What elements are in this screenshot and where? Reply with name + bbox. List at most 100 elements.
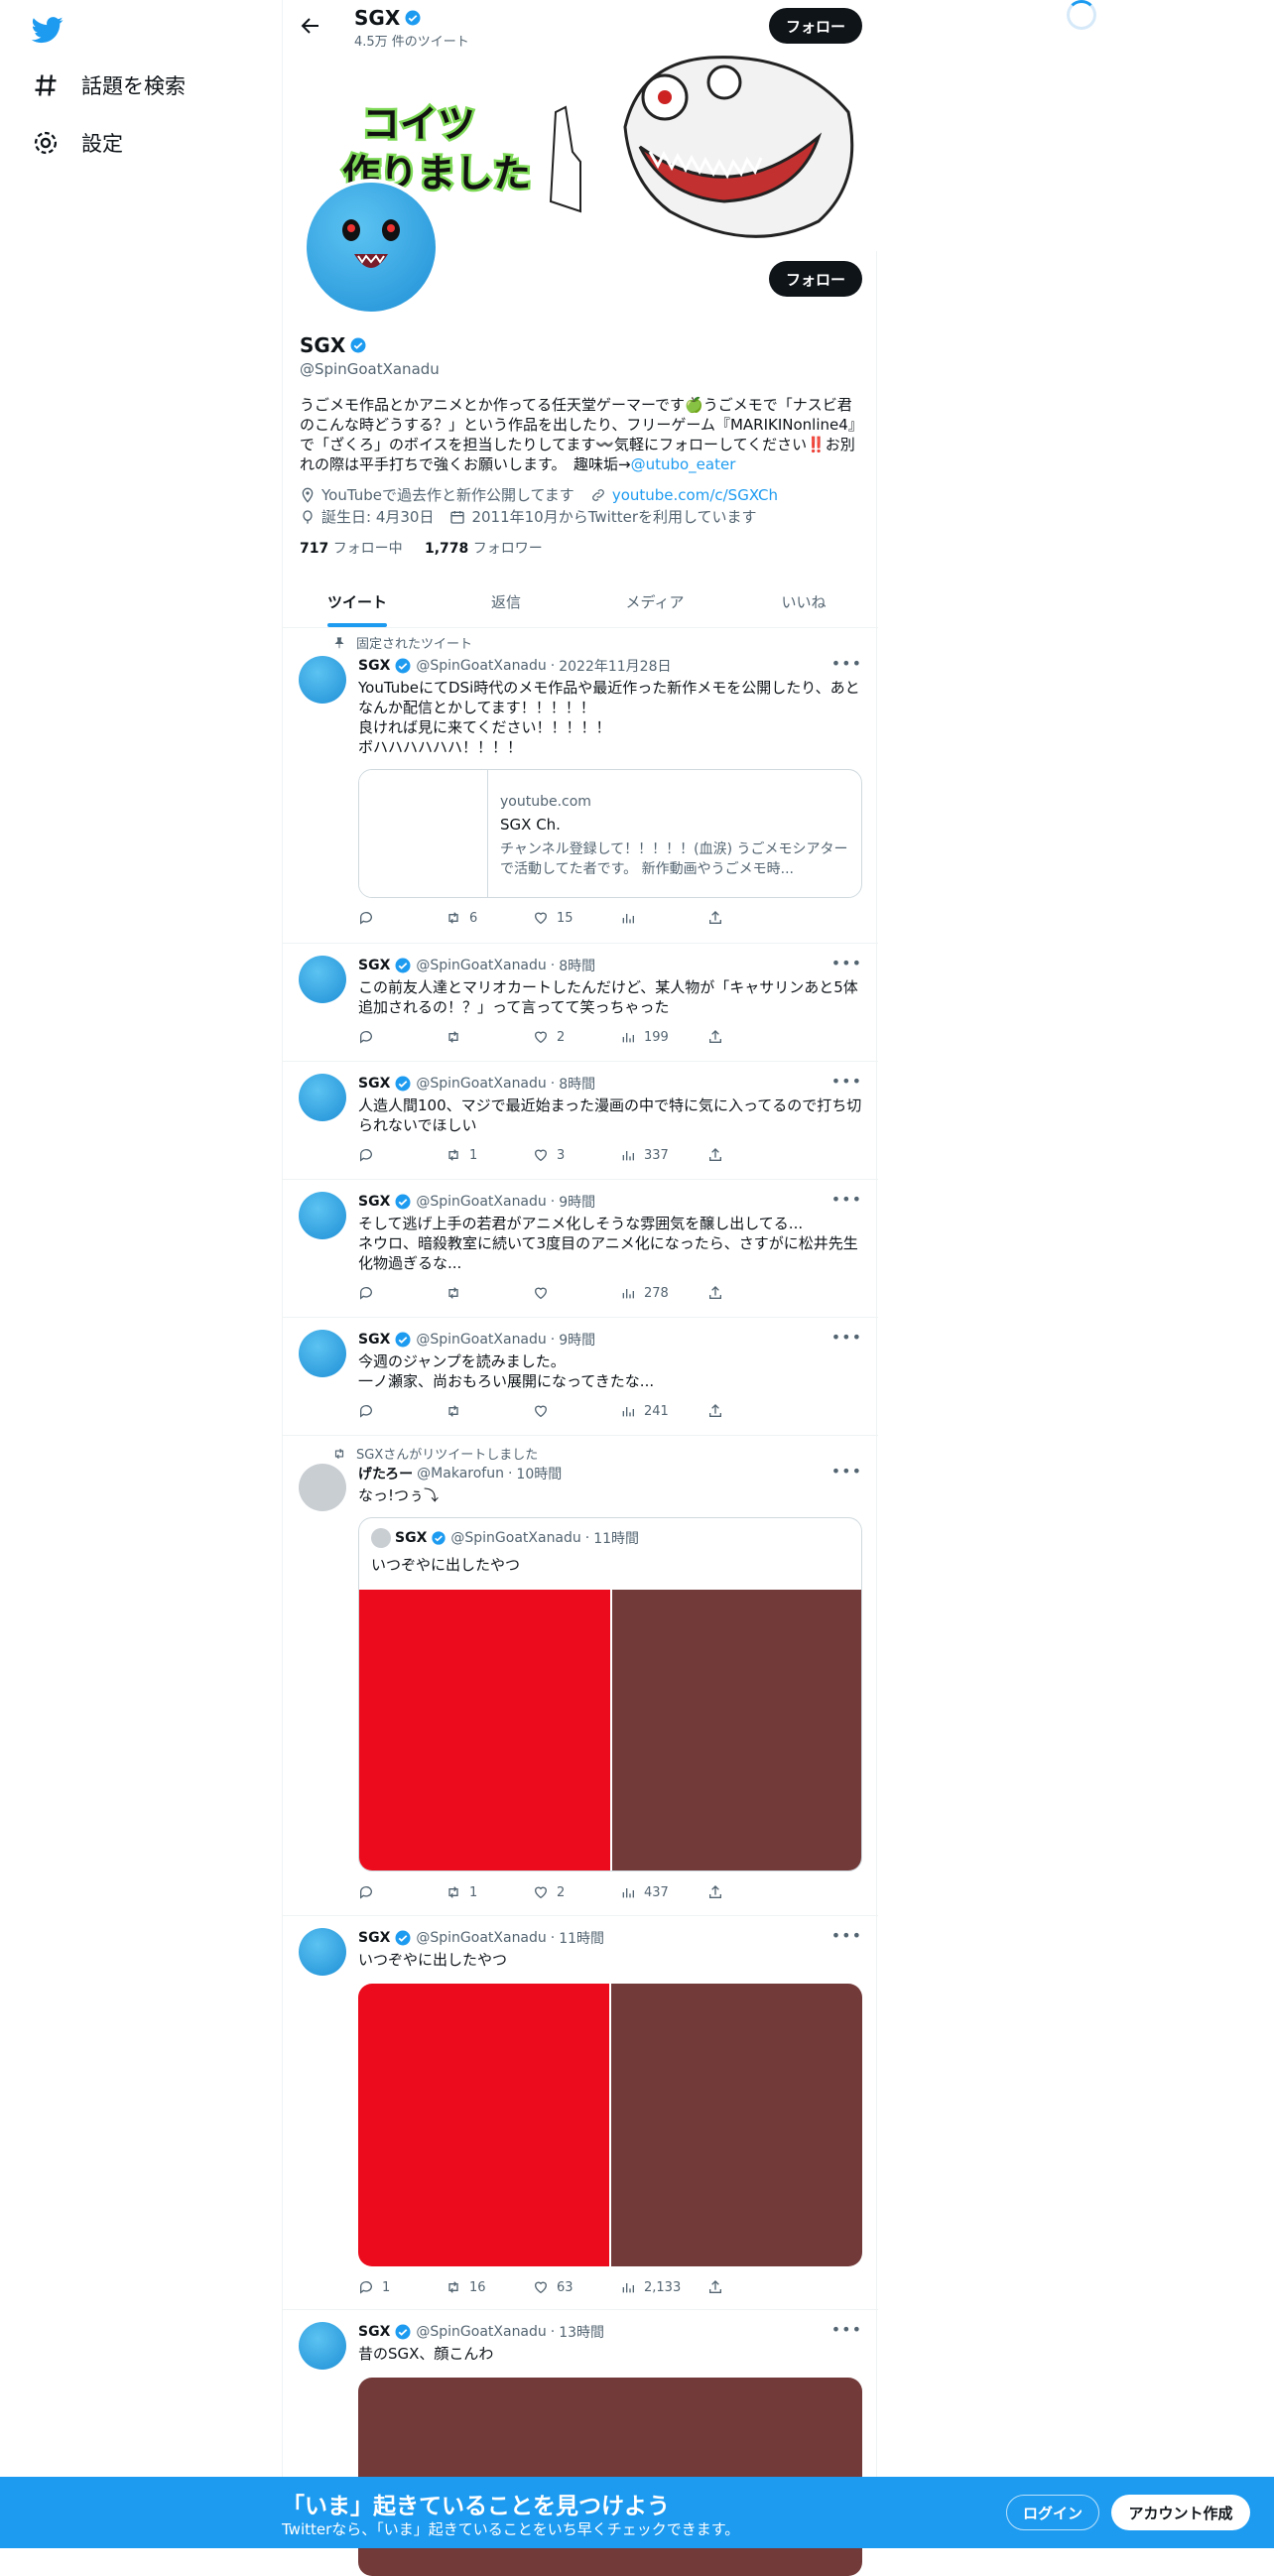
reply-button[interactable] bbox=[358, 1147, 446, 1163]
reply-button[interactable]: 1 bbox=[358, 2279, 446, 2295]
tweet-time[interactable]: 13時間 bbox=[559, 2322, 604, 2342]
views-button[interactable]: 2,133 bbox=[620, 2279, 707, 2295]
tweet-time[interactable]: 11時間 bbox=[559, 1928, 604, 1948]
share-button[interactable] bbox=[707, 1029, 795, 1045]
tweet[interactable]: SGX @SpinGoatXanadu · 9時間 ••• そして逃げ上手の若君… bbox=[283, 1180, 878, 1318]
tweet-author-name[interactable]: SGX bbox=[358, 958, 390, 973]
quoted-tweet[interactable]: SGX @SpinGoatXanadu · 11時間 いつぞやに出したやつ bbox=[358, 1517, 862, 1871]
reply-button[interactable] bbox=[358, 1285, 446, 1301]
tweet-avatar[interactable] bbox=[299, 1464, 346, 1511]
retweet-button[interactable]: 1 bbox=[446, 1147, 533, 1163]
more-options-icon[interactable]: ••• bbox=[831, 1926, 862, 1945]
tweet-time[interactable]: 10時間 bbox=[516, 1464, 562, 1483]
retweet-button[interactable]: 6 bbox=[446, 910, 533, 926]
link-card[interactable]: youtube.com SGX Ch. チャンネル登録して！！！！！(血涙) う… bbox=[358, 769, 862, 898]
tab-likes[interactable]: いいね bbox=[729, 576, 878, 627]
website-link[interactable]: youtube.com/c/SGXCh bbox=[612, 486, 778, 504]
tweet-avatar[interactable] bbox=[299, 656, 346, 704]
more-options-icon[interactable]: ••• bbox=[831, 1072, 862, 1091]
nav-explore[interactable]: 話題を検索 bbox=[32, 64, 186, 107]
tweet-avatar[interactable] bbox=[299, 956, 346, 1003]
media-image-brown[interactable] bbox=[611, 1984, 862, 2266]
tweet-author-name[interactable]: げたろー bbox=[358, 1464, 413, 1483]
share-button[interactable] bbox=[707, 1403, 795, 1419]
more-options-icon[interactable]: ••• bbox=[831, 1328, 862, 1347]
tweet-time[interactable]: 2022年11月28日 bbox=[559, 656, 671, 676]
quoted-tweet-media[interactable] bbox=[359, 1590, 861, 1870]
retweet-button[interactable] bbox=[446, 1029, 533, 1045]
tweet-author-handle[interactable]: @SpinGoatXanadu bbox=[416, 958, 546, 973]
tweet-author-handle[interactable]: @SpinGoatXanadu bbox=[416, 1194, 546, 1210]
media-image-red[interactable] bbox=[359, 1590, 610, 1870]
views-button[interactable]: 437 bbox=[620, 1884, 707, 1900]
tweet-author-name[interactable]: SGX bbox=[358, 1332, 390, 1348]
tweet-avatar[interactable] bbox=[299, 2322, 346, 2370]
tweet-avatar[interactable] bbox=[299, 1074, 346, 1121]
tweet-author-name[interactable]: SGX bbox=[358, 1930, 390, 1946]
back-arrow-icon[interactable] bbox=[299, 14, 322, 38]
followers-link[interactable]: 1,778 フォロワー bbox=[425, 541, 543, 557]
reply-button[interactable] bbox=[358, 910, 446, 926]
retweet-button[interactable] bbox=[446, 1285, 533, 1301]
profile-follow-button[interactable]: フォロー bbox=[769, 261, 862, 297]
tweet-author-handle[interactable]: @SpinGoatXanadu bbox=[416, 1930, 546, 1946]
tweet-with-media[interactable]: SGX @SpinGoatXanadu · 11時間 ••• いつぞやに出したや… bbox=[283, 1916, 878, 2310]
tweet[interactable]: SGX @SpinGoatXanadu · 8時間 ••• この前友人達とマリオ… bbox=[283, 944, 878, 1062]
tab-tweets[interactable]: ツイート bbox=[283, 576, 432, 627]
tweet-author-name[interactable]: SGX bbox=[358, 1194, 390, 1210]
like-button[interactable]: 2 bbox=[533, 1029, 620, 1045]
more-options-icon[interactable]: ••• bbox=[831, 2320, 862, 2339]
tweet-author-handle[interactable]: @SpinGoatXanadu bbox=[416, 1076, 546, 1092]
tweet-time[interactable]: 9時間 bbox=[559, 1192, 595, 1212]
tweet-retweet[interactable]: SGXさんがリツイートしました げたろー @Makarofun · 10時間 •… bbox=[283, 1436, 878, 1916]
like-button[interactable] bbox=[533, 1285, 620, 1301]
header-follow-button[interactable]: フォロー bbox=[769, 8, 862, 44]
more-options-icon[interactable]: ••• bbox=[831, 1462, 862, 1481]
like-button[interactable] bbox=[533, 1403, 620, 1419]
signup-button[interactable]: アカウント作成 bbox=[1111, 2495, 1250, 2530]
reply-button[interactable] bbox=[358, 1884, 446, 1900]
reply-button[interactable] bbox=[358, 1029, 446, 1045]
like-button[interactable]: 3 bbox=[533, 1147, 620, 1163]
like-button[interactable]: 2 bbox=[533, 1884, 620, 1900]
tweet-author-handle[interactable]: @Makarofun bbox=[417, 1466, 504, 1481]
views-button[interactable]: 337 bbox=[620, 1147, 707, 1163]
tab-media[interactable]: メディア bbox=[580, 576, 729, 627]
tweet-pinned[interactable]: 固定されたツイート SGX @SpinGoatXanadu · 2022年11月… bbox=[283, 628, 878, 944]
nav-settings[interactable]: 設定 bbox=[32, 121, 123, 165]
views-button[interactable]: 241 bbox=[620, 1403, 707, 1419]
views-button[interactable]: 278 bbox=[620, 1285, 707, 1301]
tweet-author-handle[interactable]: @SpinGoatXanadu bbox=[416, 2324, 546, 2340]
login-button[interactable]: ログイン bbox=[1006, 2495, 1099, 2530]
media-image-brown[interactable] bbox=[612, 1590, 861, 1870]
tweet-media[interactable] bbox=[358, 1984, 862, 2266]
retweet-button[interactable]: 1 bbox=[446, 1884, 533, 1900]
tweet-avatar[interactable] bbox=[299, 1928, 346, 1976]
more-options-icon[interactable]: ••• bbox=[831, 954, 862, 972]
more-options-icon[interactable]: ••• bbox=[831, 654, 862, 673]
views-button[interactable]: 199 bbox=[620, 1029, 707, 1045]
twitter-logo-icon[interactable] bbox=[32, 14, 64, 46]
tweet-author-name[interactable]: SGX bbox=[358, 658, 390, 674]
share-button[interactable] bbox=[707, 1147, 795, 1163]
tweet-author-name[interactable]: SGX bbox=[358, 2324, 390, 2340]
share-button[interactable] bbox=[707, 2279, 795, 2295]
retweet-button[interactable]: 16 bbox=[446, 2279, 533, 2295]
tweet-avatar[interactable] bbox=[299, 1330, 346, 1377]
profile-avatar[interactable] bbox=[303, 179, 440, 316]
tweet-time[interactable]: 8時間 bbox=[559, 1074, 595, 1094]
tweet-time[interactable]: 8時間 bbox=[559, 956, 595, 975]
views-button[interactable] bbox=[620, 910, 707, 926]
following-link[interactable]: 717 フォロー中 bbox=[300, 541, 403, 557]
bio-link[interactable]: @utubo_eater bbox=[631, 455, 736, 473]
tweet-author-handle[interactable]: @SpinGoatXanadu bbox=[416, 1332, 546, 1348]
share-button[interactable] bbox=[707, 1884, 795, 1900]
tweet[interactable]: SGX @SpinGoatXanadu · 9時間 ••• 今週のジャンプを読み… bbox=[283, 1318, 878, 1436]
like-button[interactable]: 15 bbox=[533, 910, 620, 926]
like-button[interactable]: 63 bbox=[533, 2279, 620, 2295]
more-options-icon[interactable]: ••• bbox=[831, 1190, 862, 1209]
tweet-avatar[interactable] bbox=[299, 1192, 346, 1239]
tweet-author-name[interactable]: SGX bbox=[358, 1076, 390, 1092]
retweet-button[interactable] bbox=[446, 1403, 533, 1419]
tab-replies[interactable]: 返信 bbox=[432, 576, 580, 627]
